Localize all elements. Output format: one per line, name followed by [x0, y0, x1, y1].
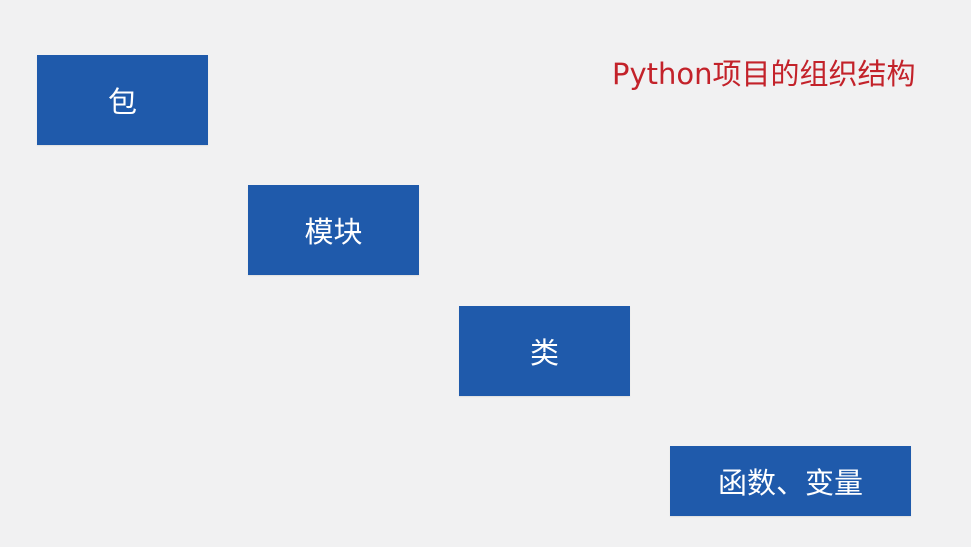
level-box-module: 模块 [248, 185, 419, 275]
level-label: 模块 [304, 215, 363, 249]
level-box-class: 类 [459, 306, 630, 396]
level-box-function-variable: 函数、变量 [670, 446, 911, 516]
diagram-title: Python项目的组织结构 [612, 57, 916, 91]
level-label: 类 [529, 336, 559, 370]
level-label: 函数、变量 [717, 466, 863, 500]
level-box-package: 包 [37, 55, 208, 145]
level-label: 包 [107, 85, 137, 119]
